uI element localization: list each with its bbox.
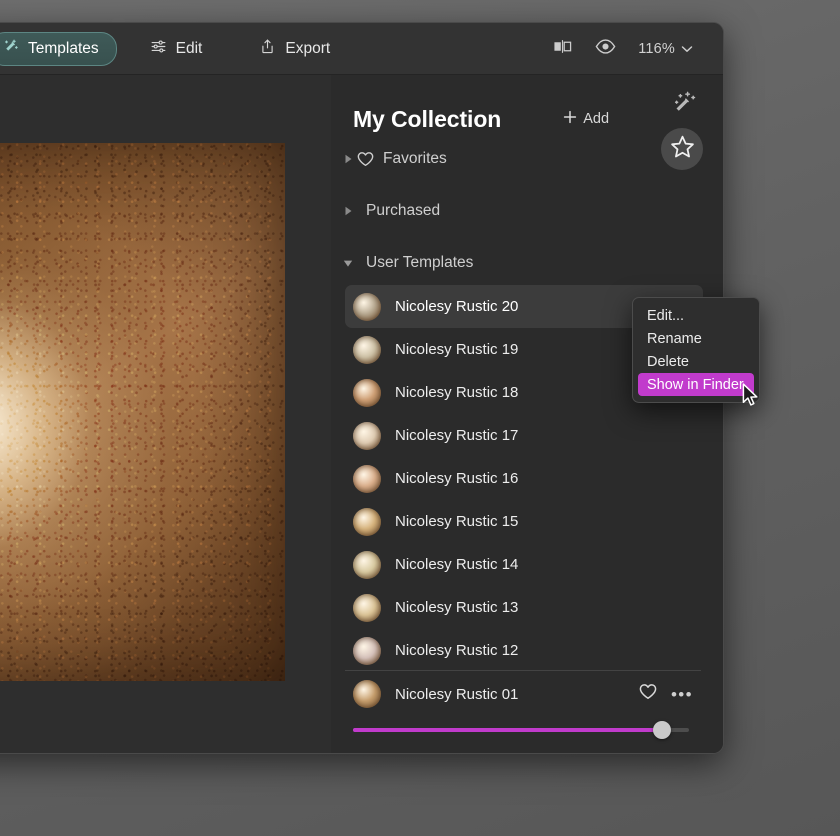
- templates-sidebar: My Collection Add: [331, 75, 723, 753]
- toolbar-right-group: 116%: [552, 38, 723, 60]
- template-row[interactable]: Nicolesy Rustic 15: [345, 500, 703, 543]
- triangle-right-icon[interactable]: [339, 206, 357, 216]
- context-menu-item[interactable]: Delete: [638, 350, 754, 373]
- template-thumbnail: [353, 508, 381, 536]
- zoom-level-label: 116%: [638, 41, 675, 57]
- template-row[interactable]: Nicolesy Rustic 16: [345, 457, 703, 500]
- template-name: Nicolesy Rustic 16: [395, 470, 693, 487]
- template-row[interactable]: Nicolesy Rustic 14: [345, 543, 703, 586]
- template-name: Nicolesy Rustic 14: [395, 556, 693, 573]
- eye-icon[interactable]: [595, 38, 616, 60]
- template-name: Nicolesy Rustic 12: [395, 642, 693, 659]
- tree-item-purchased[interactable]: Purchased: [339, 197, 723, 225]
- chevron-down-icon: [681, 40, 693, 58]
- application-window: Templates Edit: [0, 22, 724, 754]
- active-template-name: Nicolesy Rustic 01: [395, 686, 639, 703]
- template-thumbnail: [353, 637, 381, 665]
- tree-item-user-templates[interactable]: User Templates: [339, 249, 723, 277]
- active-template-actions: •••: [639, 683, 693, 705]
- tree-item-purchased-label: Purchased: [366, 203, 440, 219]
- tree-item-user-templates-label: User Templates: [366, 255, 473, 271]
- slider-fill: [353, 728, 663, 732]
- page-title: My Collection: [353, 106, 501, 133]
- bottom-section: Nicolesy Rustic 01 •••: [331, 670, 723, 739]
- add-collection-label: Add: [583, 111, 609, 127]
- magic-wand-icon: [2, 38, 19, 60]
- tab-edit-label: Edit: [176, 41, 203, 57]
- template-name: Nicolesy Rustic 15: [395, 513, 693, 530]
- template-thumbnail: [353, 465, 381, 493]
- context-menu-item[interactable]: Rename: [638, 327, 754, 350]
- slider-knob[interactable]: [653, 721, 671, 739]
- template-row[interactable]: Nicolesy Rustic 12: [345, 629, 703, 672]
- favorite-star-button[interactable]: [661, 128, 703, 170]
- tab-edit[interactable]: Edit: [137, 32, 221, 66]
- star-outline-icon: [670, 134, 695, 164]
- plus-icon: [563, 110, 577, 128]
- split-compare-icon[interactable]: [552, 38, 573, 60]
- heart-outline-icon[interactable]: [639, 683, 657, 705]
- intensity-slider[interactable]: [345, 721, 697, 739]
- tree-item-favorites-label: Favorites: [383, 151, 447, 167]
- heart-outline-icon: [357, 151, 374, 167]
- template-thumbnail: [353, 336, 381, 364]
- context-menu-item[interactable]: Show in Finder: [638, 373, 754, 396]
- template-thumbnail: [353, 293, 381, 321]
- ellipsis-icon[interactable]: •••: [671, 686, 693, 703]
- tab-templates-label: Templates: [28, 41, 99, 57]
- template-thumbnail: [353, 594, 381, 622]
- sliders-icon: [150, 38, 167, 60]
- preview-pane: [0, 75, 333, 753]
- zoom-level-control[interactable]: 116%: [638, 40, 693, 58]
- magic-wand-sparkle-icon[interactable]: [668, 89, 698, 124]
- template-row[interactable]: Nicolesy Rustic 13: [345, 586, 703, 629]
- template-name: Nicolesy Rustic 17: [395, 427, 693, 444]
- tab-export-label: Export: [285, 41, 330, 57]
- add-collection-button[interactable]: Add: [563, 110, 609, 128]
- triangle-right-icon[interactable]: [339, 154, 357, 164]
- share-upload-icon: [259, 38, 276, 60]
- toolbar: Templates Edit: [0, 23, 723, 75]
- tab-templates[interactable]: Templates: [0, 32, 117, 66]
- template-thumbnail: [353, 422, 381, 450]
- active-template-row[interactable]: Nicolesy Rustic 01 •••: [345, 671, 703, 717]
- template-name: Nicolesy Rustic 20: [395, 298, 639, 315]
- template-thumbnail: [353, 551, 381, 579]
- triangle-down-icon[interactable]: [339, 259, 357, 268]
- sidebar-header: My Collection Add: [331, 75, 723, 137]
- toolbar-left-group: Templates Edit: [0, 32, 348, 66]
- context-menu-item[interactable]: Edit...: [638, 304, 754, 327]
- template-name: Nicolesy Rustic 13: [395, 599, 693, 616]
- tab-export[interactable]: Export: [246, 32, 348, 66]
- context-menu: Edit...RenameDeleteShow in Finder: [632, 297, 760, 403]
- template-thumbnail: [353, 379, 381, 407]
- template-row[interactable]: Nicolesy Rustic 17: [345, 414, 703, 457]
- preview-image[interactable]: [0, 143, 285, 681]
- avatar: [353, 680, 381, 708]
